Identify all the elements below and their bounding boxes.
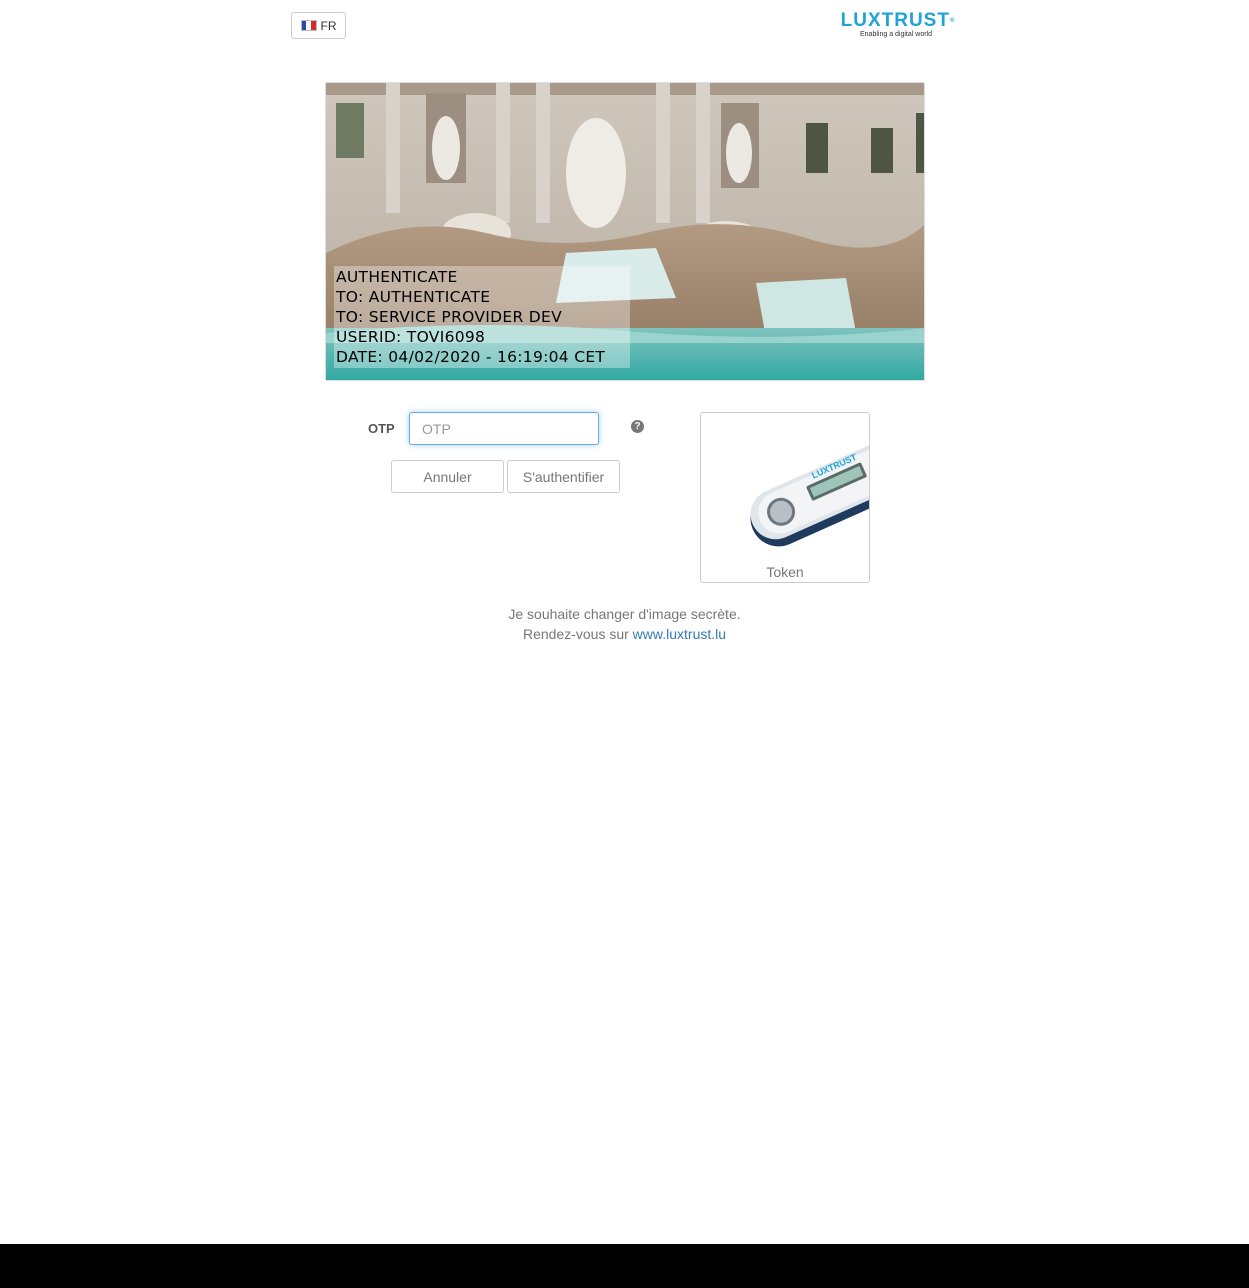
footer-line-2: Rendez-vous sur www.luxtrust.lu xyxy=(0,624,1249,644)
secret-image: AUTHENTICATE TO: AUTHENTICATE TO: SERVIC… xyxy=(325,82,925,381)
language-selector-button[interactable]: FR xyxy=(291,12,346,39)
otp-input[interactable] xyxy=(409,412,599,445)
token-device-icon: LUXTRUST xyxy=(750,439,869,547)
luxtrust-link[interactable]: www.luxtrust.lu xyxy=(633,626,726,642)
secret-line: DATE: 04/02/2020 - 16:19:04 CET xyxy=(336,348,606,366)
logo-wordmark: LUXTRUST® xyxy=(840,10,956,31)
token-device-card[interactable]: LUXTRUST Token xyxy=(700,412,870,583)
secret-text: AUTHENTICATE TO: AUTHENTICATE TO: SERVIC… xyxy=(336,267,605,367)
change-image-hint: Je souhaite changer d'image secrète. Ren… xyxy=(0,604,1249,644)
footer-line-1: Je souhaite changer d'image secrète. xyxy=(508,606,741,622)
secret-line: AUTHENTICATE xyxy=(336,268,458,286)
secret-line: TO: AUTHENTICATE xyxy=(336,288,491,306)
cancel-button[interactable]: Annuler xyxy=(391,460,504,493)
logo-tagline: Enabling a digital world xyxy=(860,31,932,38)
token-caption: Token xyxy=(766,564,804,580)
secret-line: USERID: TOVI6098 xyxy=(336,328,486,346)
authenticate-button[interactable]: S'authentifier xyxy=(507,460,620,493)
bottom-bar xyxy=(0,1244,1249,1288)
otp-label: OTP xyxy=(368,421,395,436)
secret-line: TO: SERVICE PROVIDER DEV xyxy=(336,308,562,326)
luxtrust-logo: LUXTRUST® Enabling a digital world xyxy=(838,10,958,38)
footer-prefix: Rendez-vous sur xyxy=(522,626,629,642)
language-label: FR xyxy=(320,18,337,33)
french-flag-icon xyxy=(300,20,317,31)
question-circle-icon[interactable]: ? xyxy=(631,420,644,433)
